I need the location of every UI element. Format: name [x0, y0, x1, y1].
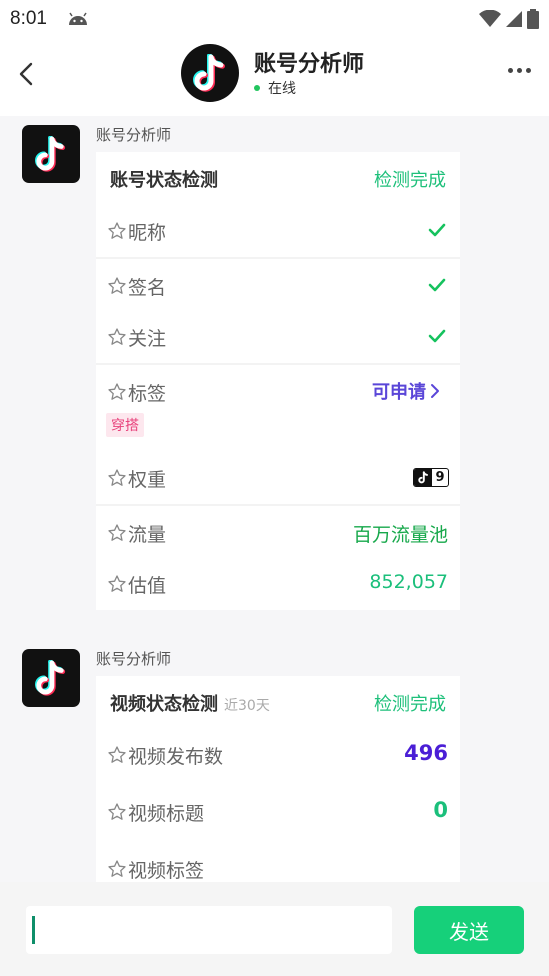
- star-outline-icon: [108, 746, 126, 763]
- row-traffic: 流量 百万流量池: [96, 504, 460, 557]
- card-header: 账号状态检测 检测完成: [96, 152, 460, 204]
- sender-name: 账号分析师: [96, 126, 172, 144]
- chat-area[interactable]: 账号分析师 账号状态检测 检测完成 昵称 签名 关注 标签 可申请 穿搭 权重 …: [0, 116, 549, 882]
- card-title: 视频状态检测 近30天: [110, 690, 270, 716]
- valuation-value: 852,057: [369, 571, 448, 593]
- header-avatar[interactable]: [181, 44, 239, 102]
- star-outline-icon: [108, 383, 126, 400]
- weight-badge: 9: [413, 468, 449, 487]
- checkmark-icon: [428, 223, 446, 237]
- account-status-card: 账号状态检测 检测完成 昵称 签名 关注 标签 可申请 穿搭 权重 9 流量 百…: [96, 152, 460, 610]
- star-outline-icon: [108, 469, 126, 486]
- star-outline-icon: [108, 328, 126, 345]
- weight-number: 9: [435, 470, 445, 485]
- sender-avatar[interactable]: [22, 649, 80, 707]
- star-outline-icon: [108, 222, 126, 239]
- card-header: 视频状态检测 近30天 检测完成: [96, 676, 460, 728]
- row-label: 视频发布数: [128, 746, 224, 768]
- row-valuation: 估值 852,057: [96, 557, 460, 610]
- video-titles-value: 0: [433, 798, 448, 822]
- chat-header: 账号分析师 在线: [0, 38, 549, 116]
- battery-icon: [527, 9, 539, 29]
- online-status-label: 在线: [268, 81, 296, 97]
- detect-status: 检测完成: [374, 170, 446, 191]
- tiktok-logo-icon: [414, 469, 432, 486]
- star-outline-icon: [108, 803, 126, 820]
- card-title-text: 视频状态检测: [110, 694, 218, 715]
- row-video-titles: 视频标题 0: [96, 785, 460, 842]
- tag-chip[interactable]: 穿搭: [106, 413, 144, 437]
- header-title: 账号分析师: [254, 52, 365, 77]
- card-title: 账号状态检测: [110, 170, 218, 191]
- row-label: 昵称: [128, 222, 167, 244]
- send-button[interactable]: 发送: [414, 906, 524, 954]
- tiktok-logo-icon: [35, 136, 66, 172]
- online-status: 在线: [254, 78, 296, 98]
- row-follow: 关注: [96, 310, 460, 363]
- message-input[interactable]: [26, 906, 392, 954]
- row-signature: 签名: [96, 257, 460, 310]
- star-outline-icon: [108, 277, 126, 294]
- star-outline-icon: [108, 860, 126, 877]
- card-subtitle: 近30天: [224, 698, 270, 714]
- row-label: 签名: [128, 277, 167, 299]
- apply-link[interactable]: 可申请: [372, 378, 440, 404]
- row-weight: 权重 9: [96, 451, 460, 504]
- apply-label: 可申请: [372, 382, 426, 403]
- row-label: 权重: [128, 469, 167, 491]
- status-time: 8:01: [10, 8, 47, 29]
- status-bar: 8:01: [0, 0, 549, 38]
- tiktok-logo-icon: [193, 54, 225, 92]
- more-dots-icon[interactable]: [508, 68, 531, 73]
- video-count-value: 496: [404, 741, 448, 765]
- back-arrow-icon[interactable]: [14, 60, 42, 88]
- checkmark-icon: [428, 329, 446, 343]
- row-video-count: 视频发布数 496: [96, 728, 460, 785]
- checkmark-icon: [428, 278, 446, 292]
- wifi-icon: [479, 10, 501, 27]
- row-tags: 标签 可申请 穿搭: [96, 363, 460, 451]
- video-status-card: 视频状态检测 近30天 检测完成 视频发布数 496 视频标题 0 视频标签: [96, 676, 460, 882]
- star-outline-icon: [108, 524, 126, 541]
- row-label: 流量: [128, 524, 167, 546]
- row-label: 视频标题: [128, 803, 205, 825]
- detect-status: 检测完成: [374, 694, 446, 715]
- cell-signal-icon: [506, 11, 522, 27]
- row-nickname: 昵称: [96, 204, 460, 257]
- chevron-right-icon: [431, 384, 439, 398]
- row-label: 估值: [128, 575, 167, 597]
- android-icon: [68, 12, 87, 25]
- row-label: 标签: [128, 383, 167, 405]
- text-caret: [32, 916, 35, 944]
- traffic-value: 百万流量池: [352, 524, 448, 546]
- tiktok-logo-icon: [35, 660, 66, 696]
- row-video-tags: 视频标签: [96, 842, 460, 882]
- row-label: 关注: [128, 328, 167, 350]
- row-label: 视频标签: [128, 860, 205, 882]
- sender-avatar[interactable]: [22, 125, 80, 183]
- composer-bar: 发送: [0, 882, 549, 976]
- online-dot-icon: [254, 85, 260, 91]
- star-outline-icon: [108, 575, 126, 592]
- sender-name: 账号分析师: [96, 650, 172, 668]
